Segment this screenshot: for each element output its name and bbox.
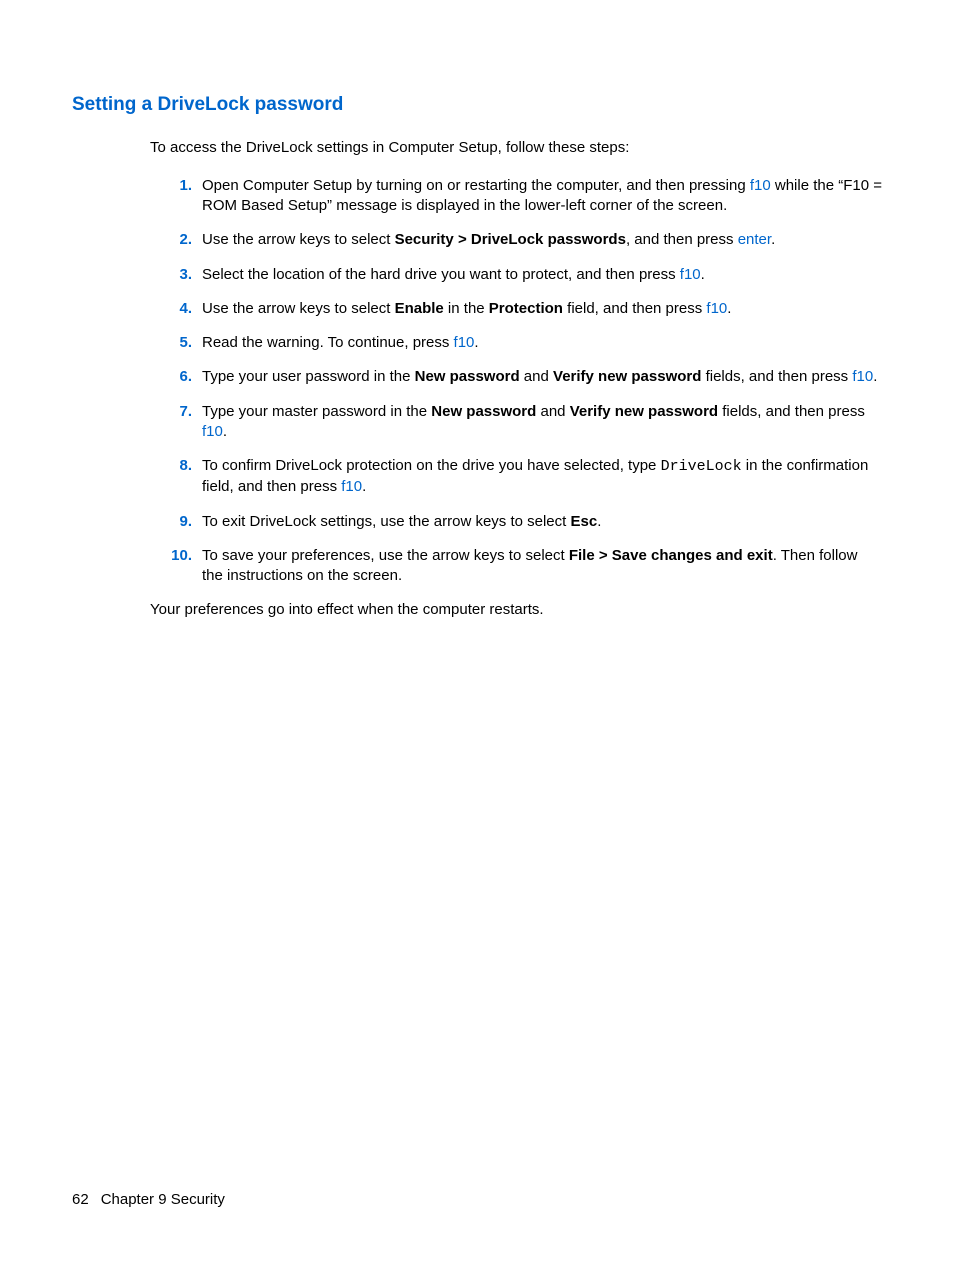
text: Open Computer Setup by turning on or res… [202,177,750,194]
step-text: Open Computer Setup by turning on or res… [202,176,882,217]
field-verify-password: Verify new password [570,403,718,420]
text: , and then press [626,231,738,248]
text: To exit DriveLock settings, use the arro… [202,513,571,530]
text: and [536,403,569,420]
field-verify-password: Verify new password [553,368,701,385]
text: fields, and then press [718,403,865,420]
key-f10: f10 [680,266,701,283]
field-new-password: New password [415,368,520,385]
step-8: 8. To confirm DriveLock protection on th… [164,456,882,498]
step-number: 3. [164,265,192,285]
step-7: 7. Type your master password in the New … [164,402,882,443]
step-text: Select the location of the hard drive yo… [202,265,882,285]
text: . [771,231,775,248]
step-2: 2. Use the arrow keys to select Security… [164,230,882,250]
key-f10: f10 [750,177,771,194]
field-protection: Protection [489,300,563,317]
text: . [727,300,731,317]
section-heading: Setting a DriveLock password [72,92,882,118]
step-number: 7. [164,402,192,422]
text: . [474,334,478,351]
key-enter: enter [738,231,771,248]
text: . [701,266,705,283]
text: . [223,423,227,440]
text: To confirm DriveLock protection on the d… [202,457,661,474]
step-text: To exit DriveLock settings, use the arro… [202,512,882,532]
text: Use the arrow keys to select [202,231,395,248]
text: Type your master password in the [202,403,431,420]
menu-path: Security > DriveLock passwords [395,231,626,248]
step-number: 9. [164,512,192,532]
step-number: 5. [164,333,192,353]
step-6: 6. Type your user password in the New pa… [164,367,882,387]
menu-path: File > Save changes and exit [569,547,773,564]
key-f10: f10 [341,478,362,495]
key-f10: f10 [852,368,873,385]
text: in the [444,300,489,317]
intro-text: To access the DriveLock settings in Comp… [150,138,882,158]
key-f10: f10 [202,423,223,440]
page-number: 62 [72,1191,89,1208]
text: Read the warning. To continue, press [202,334,454,351]
step-text: To confirm DriveLock protection on the d… [202,456,882,498]
text: field, and then press [563,300,706,317]
key-f10: f10 [454,334,475,351]
step-number: 8. [164,456,192,476]
step-text: Type your user password in the New passw… [202,367,882,387]
code-drivelock: DriveLock [661,458,742,475]
page-footer: 62 Chapter 9 Security [72,1190,225,1210]
step-text: To save your preferences, use the arrow … [202,546,882,587]
text: fields, and then press [701,368,852,385]
field-new-password: New password [431,403,536,420]
outro-text: Your preferences go into effect when the… [150,600,882,620]
step-3: 3. Select the location of the hard drive… [164,265,882,285]
text: Select the location of the hard drive yo… [202,266,680,283]
text: Type your user password in the [202,368,415,385]
step-text: Use the arrow keys to select Security > … [202,230,882,250]
key-f10: f10 [706,300,727,317]
step-4: 4. Use the arrow keys to select Enable i… [164,299,882,319]
step-number: 2. [164,230,192,250]
step-text: Type your master password in the New pas… [202,402,882,443]
step-10: 10. To save your preferences, use the ar… [164,546,882,587]
text: . [362,478,366,495]
step-number: 1. [164,176,192,196]
step-9: 9. To exit DriveLock settings, use the a… [164,512,882,532]
step-text: Read the warning. To continue, press f10… [202,333,882,353]
page-body: Setting a DriveLock password To access t… [0,0,954,621]
step-number: 10. [164,546,192,566]
chapter-label: Chapter 9 Security [101,1191,225,1208]
key-esc: Esc [571,513,598,530]
step-number: 4. [164,299,192,319]
text: . [873,368,877,385]
step-5: 5. Read the warning. To continue, press … [164,333,882,353]
text: . [597,513,601,530]
text: Use the arrow keys to select [202,300,395,317]
step-text: Use the arrow keys to select Enable in t… [202,299,882,319]
text: To save your preferences, use the arrow … [202,547,569,564]
step-number: 6. [164,367,192,387]
step-1: 1. Open Computer Setup by turning on or … [164,176,882,217]
text: and [520,368,553,385]
option-enable: Enable [395,300,444,317]
